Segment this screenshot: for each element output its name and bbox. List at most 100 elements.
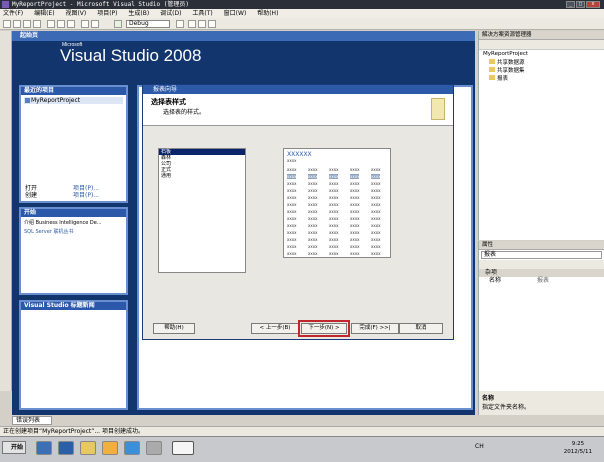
next-button[interactable]: 下一步(N) >	[298, 320, 350, 337]
clock-time: 9:25	[571, 441, 585, 447]
title-bar: MyReportProject - Microsoft Visual Studi…	[0, 0, 604, 9]
maximize-button[interactable]: □	[576, 1, 585, 8]
description-title: 名称	[482, 395, 495, 402]
preview-subtitle: xxxx	[287, 158, 297, 163]
undo-icon[interactable]	[81, 20, 89, 28]
menu-build[interactable]: 生成(B)	[128, 10, 149, 17]
app-icon-orange[interactable]	[102, 441, 118, 455]
server-manager-icon[interactable]	[36, 441, 52, 455]
preview-cell: xxxx	[308, 174, 318, 179]
category-misc[interactable]: 杂项	[479, 269, 604, 277]
preview-cell: xxxx	[287, 237, 297, 242]
toolbox-icon[interactable]	[208, 20, 216, 28]
recent-projects-panel: 最近的项目 MyReportProject 打开 创建 项目(P)... 项目(…	[19, 85, 128, 203]
menu-project[interactable]: 项目(P)	[97, 10, 117, 17]
preview-cell: xxxx	[350, 195, 360, 200]
solution-explorer: 解决方案资源管理器 MyReportProject 共享数据源 共享数据集 报表	[478, 31, 604, 240]
save-all-icon[interactable]	[33, 20, 41, 28]
language-indicator[interactable]: CH	[475, 443, 484, 450]
save-icon[interactable]	[23, 20, 31, 28]
explorer-icon[interactable]	[80, 441, 96, 455]
tree-item-label: 报表	[497, 76, 509, 82]
properties-icon[interactable]	[198, 20, 206, 28]
menu-view[interactable]: 视图(V)	[65, 10, 86, 17]
app-icon-gray[interactable]	[146, 441, 162, 455]
menu-edit[interactable]: 编辑(E)	[34, 10, 54, 17]
minimize-button[interactable]: _	[566, 1, 575, 8]
close-button[interactable]: x	[586, 1, 600, 8]
cut-icon[interactable]	[47, 20, 55, 28]
preview-cell: xxxx	[350, 216, 360, 221]
open-icon[interactable]	[13, 20, 21, 28]
preview-cell: xxxx	[287, 181, 297, 186]
property-value[interactable]: 报表	[537, 277, 549, 285]
preview-cell: xxxx	[287, 188, 297, 193]
visual-studio-task[interactable]	[172, 441, 194, 455]
toolbar: Debug	[0, 18, 604, 30]
preview-cell: xxxx	[329, 230, 339, 235]
config-dropdown[interactable]: Debug	[126, 20, 170, 28]
browser-icon[interactable]	[124, 441, 140, 455]
menu-help[interactable]: 帮助(H)	[257, 10, 278, 17]
tree-project[interactable]: MyReportProject	[479, 50, 604, 58]
cancel-button[interactable]: 取消	[399, 323, 443, 334]
start-debug-icon[interactable]	[114, 20, 122, 28]
toolbox-side-tab[interactable]	[0, 31, 12, 391]
preview-cell: xxxx	[350, 223, 360, 228]
tree-item[interactable]: 共享数据源	[479, 58, 604, 66]
start-link-2[interactable]: SQL Server 联机丛书	[24, 228, 123, 235]
preview-cell: xxxx	[350, 244, 360, 249]
news-panel: Visual Studio 标题新闻	[19, 300, 128, 410]
preview-cell: xxxx	[329, 167, 339, 172]
find-icon[interactable]	[176, 20, 184, 28]
preview-cell: xxxx	[329, 216, 339, 221]
property-row[interactable]: 名称 报表	[479, 277, 604, 285]
folder-icon	[489, 67, 495, 72]
paste-icon[interactable]	[67, 20, 75, 28]
status-bar: 正在创建项目“MyReportProject”... 项目创建成功。	[0, 426, 604, 436]
recent-projects-header: 最近的项目	[21, 87, 126, 95]
menu-file[interactable]: 文件(F)	[3, 10, 23, 17]
menu-window[interactable]: 窗口(W)	[224, 10, 247, 17]
preview-cell: xxxx	[350, 181, 360, 186]
preview-cell: xxxx	[308, 237, 318, 242]
preview-cell: xxxx	[308, 244, 318, 249]
powershell-icon[interactable]	[58, 441, 74, 455]
help-button[interactable]: 帮助(H)	[153, 323, 195, 334]
preview-cell: xxxx	[308, 251, 318, 256]
preview-cell: xxxx	[329, 181, 339, 186]
recent-project-item[interactable]: MyReportProject	[24, 97, 123, 104]
preview-cell: xxxx	[371, 216, 381, 221]
redo-icon[interactable]	[91, 20, 99, 28]
style-list[interactable]: 石板 森林 公司 正式 通用	[158, 148, 246, 273]
error-list-tab[interactable]: 错误列表	[12, 416, 52, 425]
create-project-link[interactable]: 项目(P)...	[73, 190, 99, 199]
new-icon[interactable]	[3, 20, 11, 28]
solution-explorer-title: 解决方案资源管理器	[479, 31, 604, 40]
tree-item[interactable]: 报表	[479, 74, 604, 82]
project-icon	[25, 98, 30, 103]
menu-debug[interactable]: 调试(D)	[160, 10, 181, 17]
preview-cell: xxxx	[371, 202, 381, 207]
object-selector[interactable]: 报表	[481, 251, 602, 259]
preview-cell: xxxx	[308, 195, 318, 200]
copy-icon[interactable]	[57, 20, 65, 28]
preview-cell: xxxx	[371, 230, 381, 235]
dialog-subheading: 选择表的样式。	[163, 109, 206, 116]
style-item[interactable]: 通用	[159, 173, 245, 179]
solution-explorer-icon[interactable]	[188, 20, 196, 28]
preview-cell: xxxx	[329, 174, 339, 179]
start-link-1[interactable]: 介绍 Business Intelligence De...	[24, 219, 123, 226]
back-button[interactable]: < 上一步(B)	[251, 323, 299, 334]
start-button[interactable]: 开始	[2, 441, 26, 454]
preview-cell: xxxx	[287, 209, 297, 214]
preview-cell: xxxx	[329, 237, 339, 242]
finish-button[interactable]: 完成(F) >>|	[351, 323, 399, 334]
preview-cell: xxxx	[329, 251, 339, 256]
wizard-icon	[431, 98, 445, 120]
tab-start-page[interactable]: 起始页	[12, 31, 475, 41]
preview-cell: xxxx	[329, 202, 339, 207]
tree-item[interactable]: 共享数据集	[479, 66, 604, 74]
clock[interactable]: 9:25 2012/5/11	[564, 440, 592, 456]
menu-tools[interactable]: 工具(T)	[192, 10, 212, 17]
